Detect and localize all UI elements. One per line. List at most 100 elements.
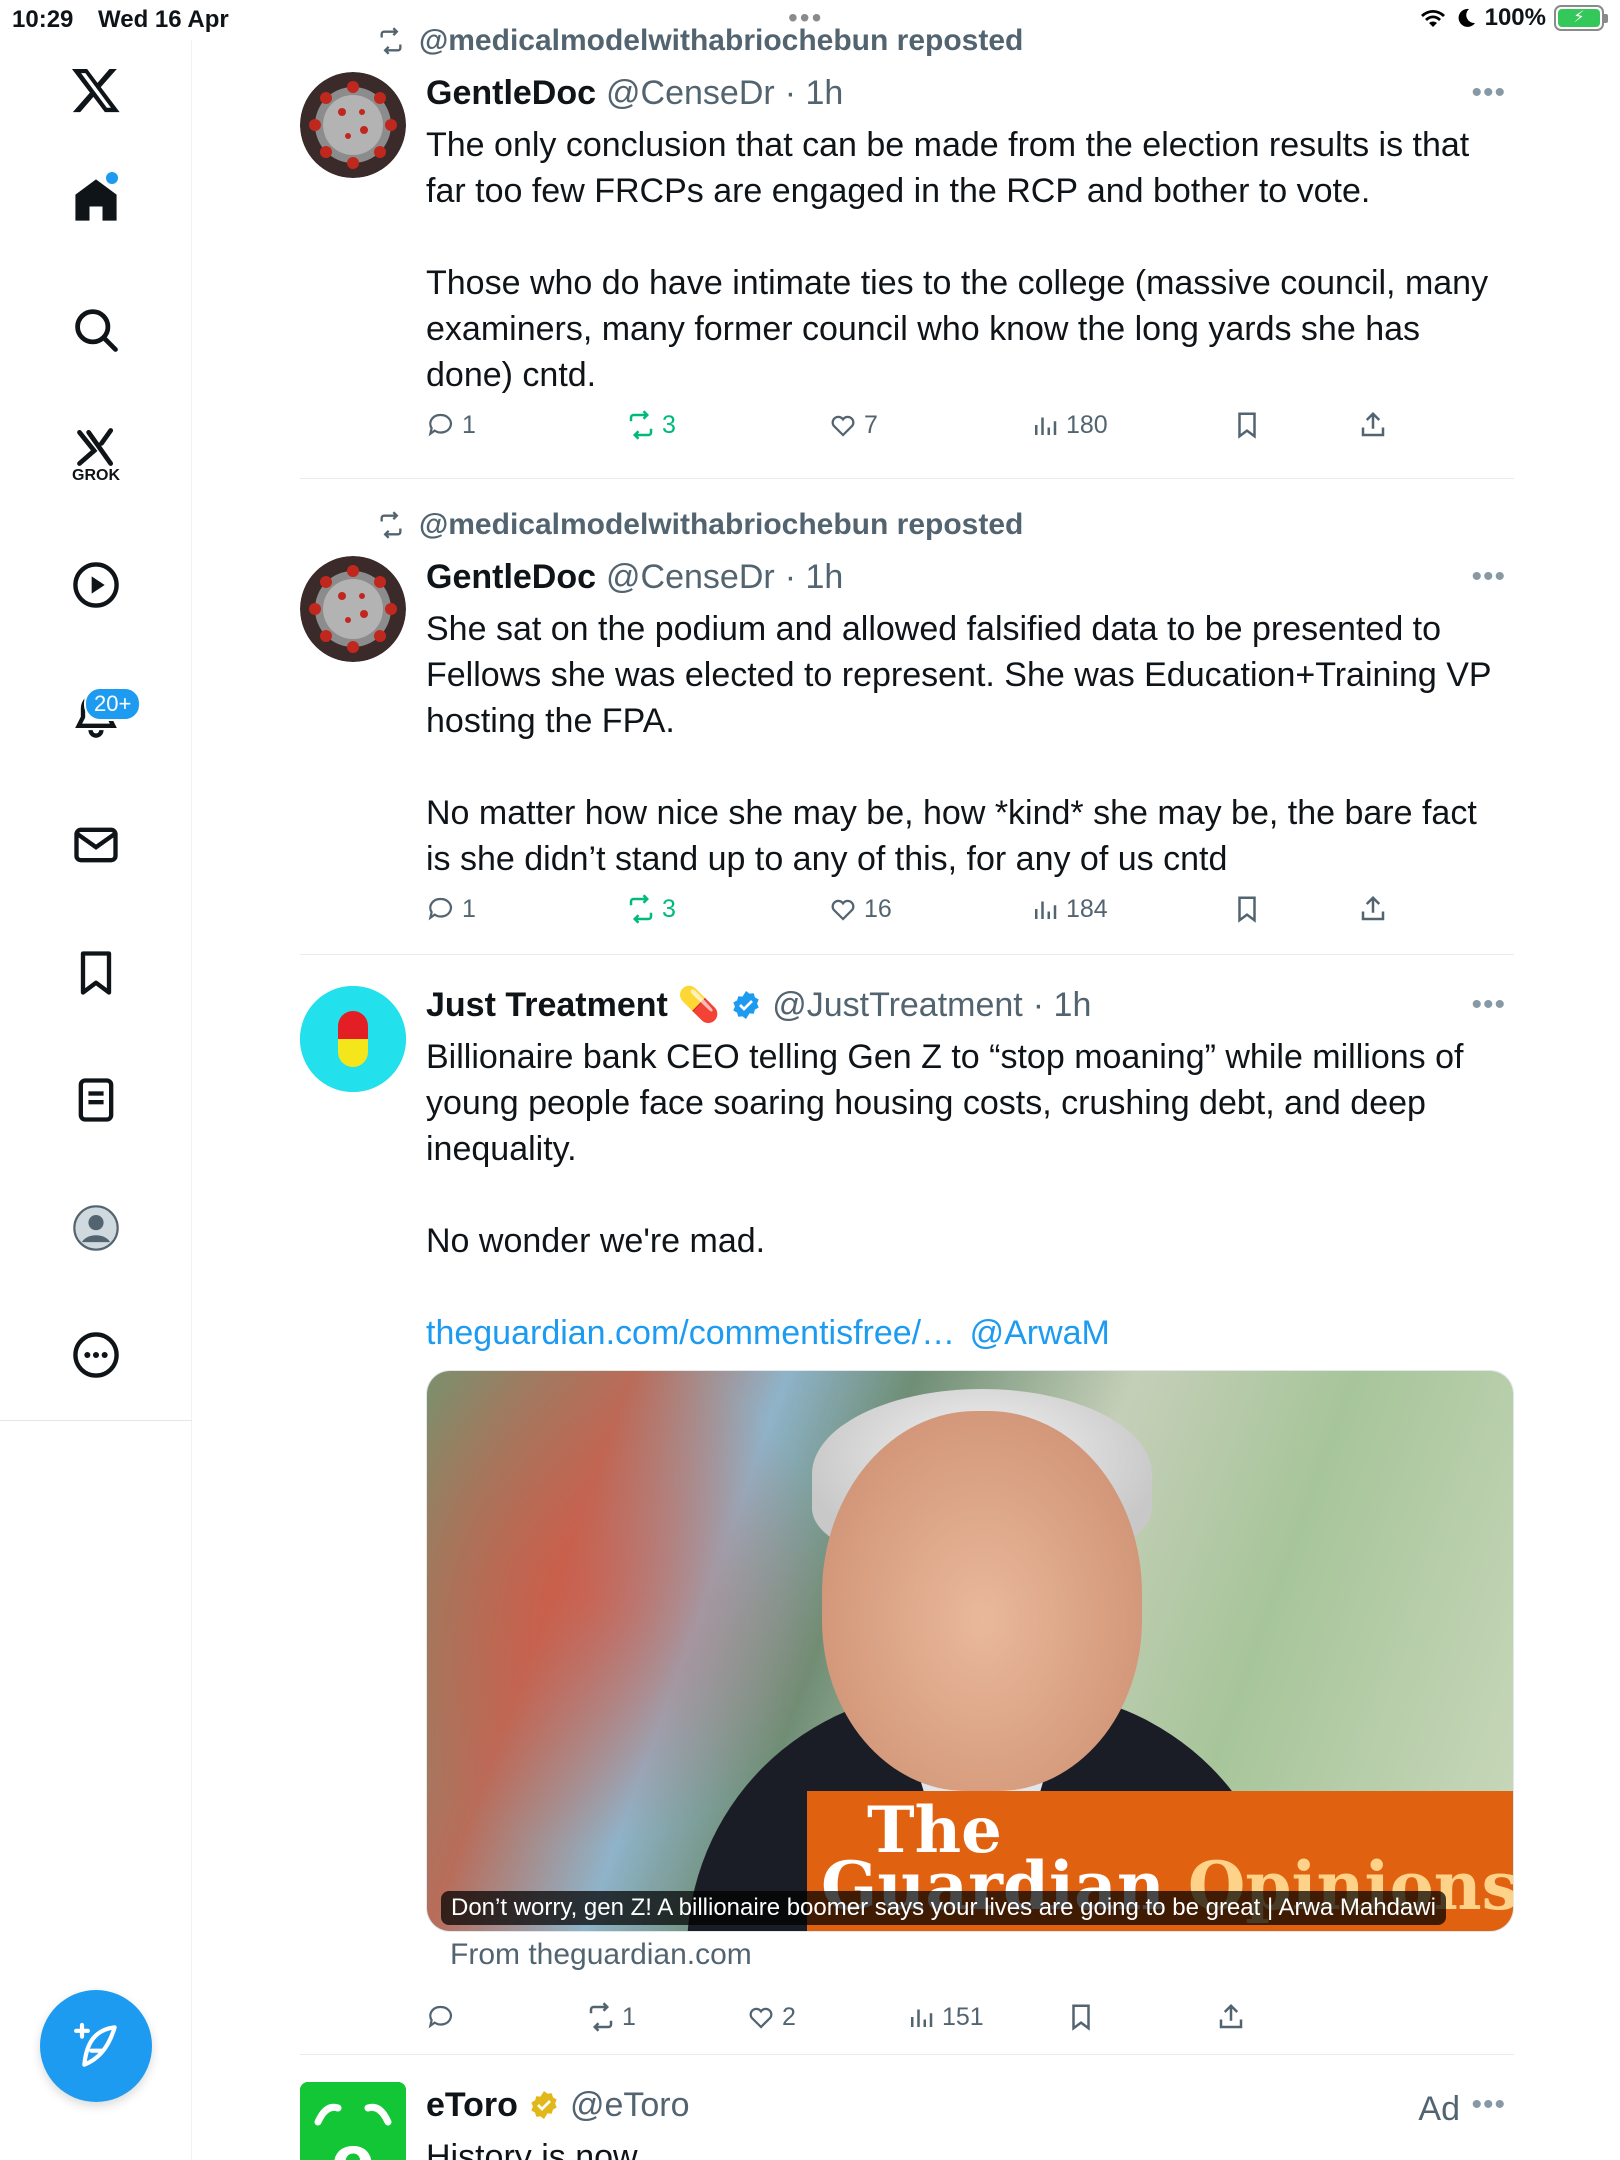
compose-feather-icon (74, 2022, 117, 2067)
tweet-header: GentleDoc @CenseDr · 1h (426, 554, 1506, 600)
like-count: 16 (864, 894, 892, 923)
home-nav[interactable] (46, 160, 146, 240)
tweet-body: Just Treatment 💊 @JustTreatment · 1h •••… (426, 982, 1506, 1356)
promoted-tweet[interactable]: e eToro @eToro Ad ••• History is now. (300, 2082, 1514, 2160)
card-source[interactable]: From theguardian.com (450, 1938, 752, 1972)
videos-nav[interactable] (46, 545, 146, 625)
repost-header: @medicalmodelwithabriochebun reposted (375, 508, 1023, 542)
like-count: 2 (782, 2002, 796, 2031)
views-button[interactable]: 184 (1030, 894, 1108, 924)
article-image: The Guardian Opinions Don’t worry, gen Z… (427, 1371, 1513, 1931)
more-options-icon[interactable]: ••• (1471, 76, 1506, 110)
mention-link[interactable]: @ArwaM (970, 1314, 1110, 1352)
profile-nav[interactable] (46, 1188, 146, 1268)
tweet-divider (300, 478, 1514, 479)
repost-count: 3 (662, 894, 676, 923)
messages-nav[interactable] (46, 805, 146, 885)
bookmarks-nav[interactable] (46, 933, 146, 1013)
reply-icon (428, 413, 453, 437)
tweet-time[interactable]: · 1h (1033, 986, 1092, 1025)
repost-icon (380, 511, 402, 539)
bookmark-icon (1238, 896, 1256, 923)
x-logo-icon[interactable] (46, 50, 146, 130)
notifications-nav[interactable]: 20+ (46, 675, 146, 755)
bookmark-button[interactable] (1066, 2002, 1096, 2032)
share-button[interactable] (1216, 2002, 1246, 2032)
repost-button[interactable]: 3 (626, 894, 676, 924)
bookmark-button[interactable] (1232, 410, 1262, 440)
tweet[interactable]: @medicalmodelwithabriochebun reposted Ge… (300, 20, 1514, 480)
repost-by[interactable]: @medicalmodelwithabriochebun reposted (419, 508, 1023, 542)
grok-nav[interactable]: GROK (46, 415, 146, 495)
author-avatar[interactable] (300, 556, 406, 662)
link-preview-card[interactable]: The Guardian Opinions Don’t worry, gen Z… (426, 1370, 1514, 1932)
author-name[interactable]: eToro (426, 2086, 518, 2125)
tweet-actions: 1 3 7 180 (426, 410, 1426, 450)
share-icon (1361, 895, 1385, 921)
author-avatar[interactable] (300, 986, 406, 1092)
battery-icon: ⚡ (1554, 5, 1608, 31)
share-icon (1361, 411, 1385, 437)
tweet-time[interactable]: · 1h (785, 558, 844, 597)
repost-button[interactable]: 3 (626, 410, 676, 440)
author-handle[interactable]: @eToro (570, 2086, 690, 2125)
repost-header: @medicalmodelwithabriochebun reposted (375, 24, 1023, 58)
repost-icon (380, 27, 402, 55)
verified-badge-icon (733, 991, 759, 1019)
author-handle[interactable]: @CenseDr (606, 558, 775, 597)
more-nav[interactable] (46, 1315, 146, 1395)
views-chart-icon (1035, 417, 1057, 435)
ad-label: Ad (1418, 2090, 1460, 2128)
reply-button[interactable]: 1 (426, 410, 476, 440)
bookmark-icon (1238, 412, 1256, 439)
tweet-header: eToro @eToro (426, 2082, 1506, 2128)
more-options-icon[interactable]: ••• (1471, 560, 1506, 594)
author-name[interactable]: GentleDoc (426, 74, 596, 113)
tweet-divider (300, 2054, 1514, 2055)
views-button[interactable]: 151 (906, 2002, 984, 2032)
tweet-text: Billionaire bank CEO telling Gen Z to “s… (426, 1038, 1464, 1260)
tweet-body: GentleDoc @CenseDr · 1h ••• The only con… (426, 70, 1506, 398)
more-options-icon[interactable]: ••• (1471, 988, 1506, 1022)
like-button[interactable]: 7 (828, 410, 878, 440)
author-avatar[interactable] (300, 72, 406, 178)
more-options-icon[interactable]: ••• (1471, 2088, 1506, 2122)
grok-icon (77, 428, 114, 466)
author-handle[interactable]: @JustTreatment (772, 986, 1023, 1025)
envelope-icon (74, 827, 118, 863)
more-circle-icon (73, 1332, 119, 1378)
share-button[interactable] (1358, 894, 1388, 924)
tweet-body: eToro @eToro Ad ••• History is now. (426, 2082, 1506, 2160)
tweet-text: The only conclusion that can be made fro… (426, 126, 1489, 394)
author-handle[interactable]: @CenseDr (606, 74, 775, 113)
like-button[interactable]: 16 (828, 894, 892, 924)
reply-count: 1 (462, 410, 476, 439)
author-avatar[interactable]: e (300, 2082, 406, 2160)
article-link[interactable]: theguardian.com/commentisfree/… (426, 1314, 955, 1352)
search-icon (75, 309, 118, 352)
tweet-body: GentleDoc @CenseDr · 1h ••• She sat on t… (426, 554, 1506, 882)
tweet-header: Just Treatment 💊 @JustTreatment · 1h (426, 982, 1506, 1028)
views-button[interactable]: 180 (1030, 410, 1108, 440)
repost-icon (589, 2002, 613, 2032)
notifications-badge: 20+ (84, 687, 142, 721)
reply-button[interactable] (426, 2002, 462, 2032)
tweet-links: theguardian.com/commentisfree/… @ArwaM (426, 1310, 1506, 1356)
repost-by[interactable]: @medicalmodelwithabriochebun reposted (419, 24, 1023, 58)
tweet[interactable]: @medicalmodelwithabriochebun reposted Ge… (300, 504, 1514, 952)
author-name[interactable]: Just Treatment (426, 986, 668, 1025)
tweet[interactable]: Just Treatment 💊 @JustTreatment · 1h •••… (300, 976, 1514, 2052)
reply-icon (428, 897, 453, 921)
compose-post-button[interactable] (40, 1990, 152, 2102)
author-name[interactable]: GentleDoc (426, 558, 596, 597)
bookmark-button[interactable] (1232, 894, 1262, 924)
repost-button[interactable]: 1 (586, 2002, 636, 2032)
gold-verified-badge-icon (531, 2091, 557, 2119)
search-nav[interactable] (46, 290, 146, 370)
reply-button[interactable]: 1 (426, 894, 476, 924)
share-button[interactable] (1358, 410, 1388, 440)
tweet-time[interactable]: · 1h (785, 74, 844, 113)
like-button[interactable]: 2 (746, 2002, 796, 2032)
heart-icon (831, 899, 855, 921)
lists-nav[interactable] (46, 1060, 146, 1140)
